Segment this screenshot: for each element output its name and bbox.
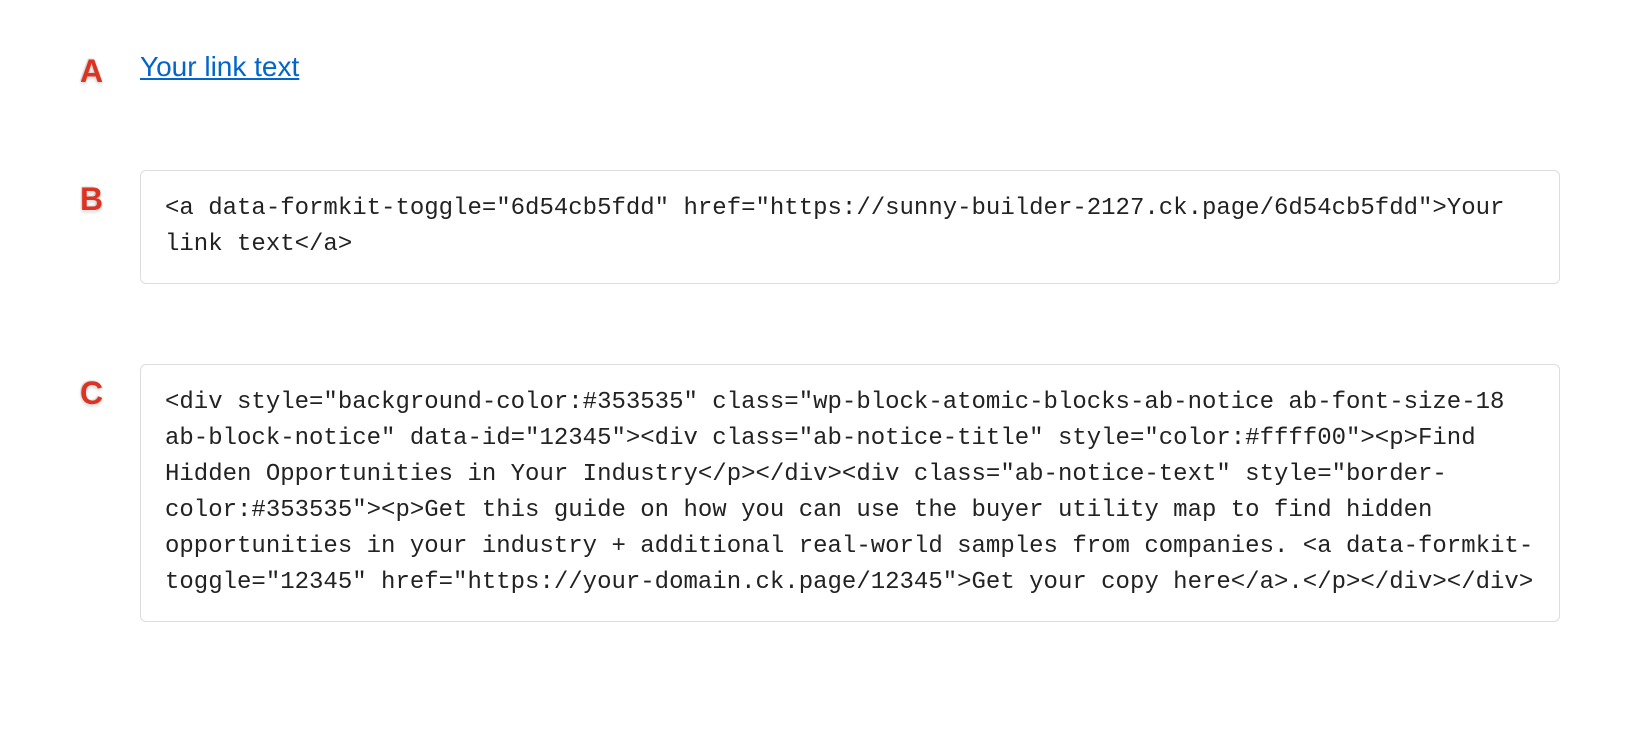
content-container: A Your link text B <a data-formkit-toggl… bbox=[80, 50, 1560, 622]
row-c: C <div style="background-color:#353535" … bbox=[80, 364, 1560, 622]
content-b: <a data-formkit-toggle="6d54cb5fdd" href… bbox=[140, 170, 1560, 284]
label-b: B bbox=[80, 170, 140, 218]
label-a: A bbox=[80, 50, 140, 90]
code-box-c: <div style="background-color:#353535" cl… bbox=[140, 364, 1560, 622]
row-b: B <a data-formkit-toggle="6d54cb5fdd" hr… bbox=[80, 170, 1560, 284]
content-a: Your link text bbox=[140, 50, 1560, 84]
code-box-b: <a data-formkit-toggle="6d54cb5fdd" href… bbox=[140, 170, 1560, 284]
content-c: <div style="background-color:#353535" cl… bbox=[140, 364, 1560, 622]
sample-link[interactable]: Your link text bbox=[140, 50, 299, 84]
label-c: C bbox=[80, 364, 140, 412]
row-a: A Your link text bbox=[80, 50, 1560, 90]
